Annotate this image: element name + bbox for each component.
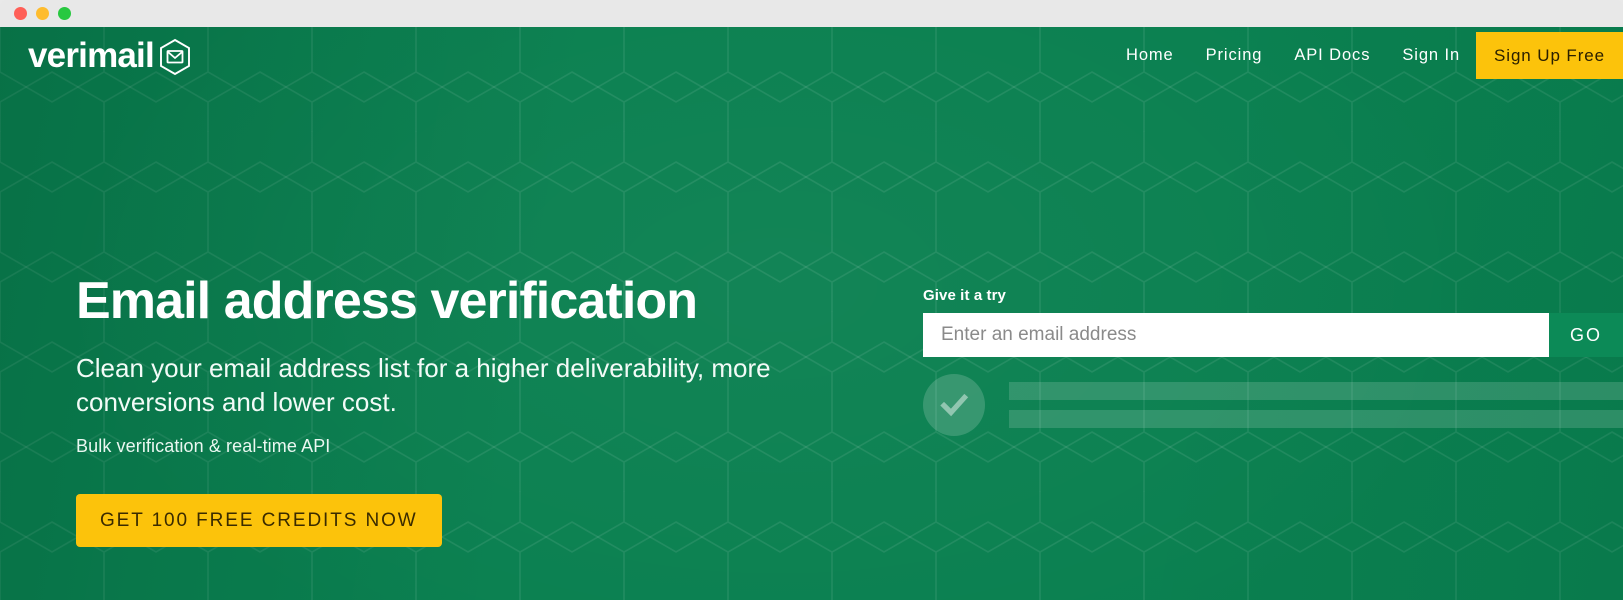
result-skeleton-lines bbox=[1009, 382, 1623, 428]
get-free-credits-button[interactable]: GET 100 FREE CREDITS NOW bbox=[76, 493, 442, 547]
go-button[interactable]: GO bbox=[1549, 313, 1623, 357]
site-header: verimail Home Pricing API Docs Sign In S… bbox=[0, 27, 1623, 84]
email-try-widget: Give it a try GO bbox=[923, 287, 1623, 436]
brand-logo[interactable]: verimail bbox=[28, 35, 192, 76]
check-circle-icon bbox=[923, 374, 985, 436]
brand-wordmark: verimail bbox=[28, 36, 155, 75]
try-widget-label: Give it a try bbox=[923, 287, 1007, 304]
browser-window: verimail Home Pricing API Docs Sign In S… bbox=[0, 0, 1623, 600]
hero-heading: Email address verification bbox=[76, 272, 698, 330]
nav-link-sign-in[interactable]: Sign In bbox=[1386, 27, 1476, 84]
nav-link-api-docs[interactable]: API Docs bbox=[1278, 27, 1386, 84]
page-hero-section: verimail Home Pricing API Docs Sign In S… bbox=[0, 27, 1623, 600]
hero-tagline: Bulk verification & real-time API bbox=[76, 435, 331, 456]
hexagon-envelope-icon bbox=[159, 38, 190, 76]
nav-link-home[interactable]: Home bbox=[1110, 27, 1190, 84]
close-window-button[interactable] bbox=[14, 7, 27, 20]
email-verify-form: GO bbox=[923, 313, 1623, 357]
window-title-bar bbox=[0, 0, 1623, 27]
nav-link-pricing[interactable]: Pricing bbox=[1190, 27, 1279, 84]
email-input[interactable] bbox=[923, 313, 1549, 357]
maximize-window-button[interactable] bbox=[58, 7, 71, 20]
minimize-window-button[interactable] bbox=[36, 7, 49, 20]
skeleton-bar bbox=[1009, 382, 1623, 400]
sign-up-free-button[interactable]: Sign Up Free bbox=[1476, 32, 1623, 79]
skeleton-bar bbox=[1009, 410, 1623, 428]
verification-result-preview bbox=[923, 374, 1623, 436]
hero-subheading: Clean your email address list for a high… bbox=[76, 353, 771, 418]
main-navigation: Home Pricing API Docs Sign In Sign Up Fr… bbox=[1110, 27, 1623, 84]
hero-text-column: Email address verification Clean your em… bbox=[76, 272, 896, 547]
